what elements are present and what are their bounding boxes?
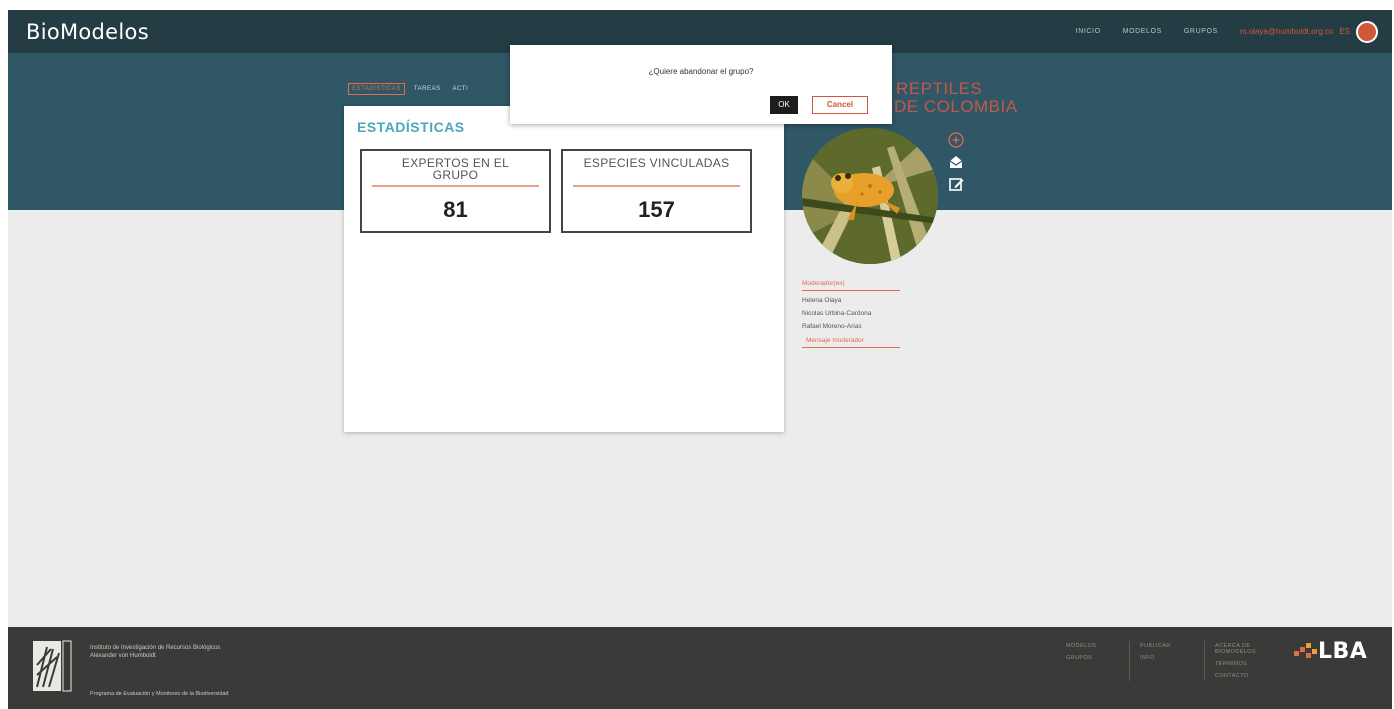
confirm-leave-dialog: ¿Quiere abandonar el grupo? OK Cancel	[510, 45, 892, 124]
stat-divider	[573, 185, 740, 187]
footer-link-modelos[interactable]: MODELOS	[1066, 643, 1096, 649]
tab-tareas[interactable]: TAREAS	[411, 84, 444, 94]
moderator-name: Nicolas Urbina-Cardona	[802, 310, 872, 317]
nav-inicio[interactable]: INICIO	[1076, 28, 1101, 35]
alba-mark-icon	[1294, 642, 1317, 658]
partner-name: LBA	[1318, 639, 1368, 664]
stat-value: 81	[443, 197, 468, 222]
message-moderator-link[interactable]: Mensaje moderador	[802, 337, 900, 348]
institute-name: Instituto de Investigación de Recursos B…	[90, 644, 220, 660]
nav-modelos[interactable]: MODELOS	[1123, 28, 1162, 35]
moderator-name: Rafael Moreno-Arias	[802, 323, 862, 330]
plus-circle-icon[interactable]	[948, 132, 964, 148]
footer-link-terminos[interactable]: TÉRMINOS	[1215, 661, 1275, 667]
program-name: Programa de Evaluación y Monitoreo de la…	[90, 691, 229, 697]
group-tabs: ESTADÍSTICAS TAREAS ACTI	[348, 83, 471, 95]
footer-col-1: MODELOS GRUPOS	[1066, 643, 1096, 661]
footer-link-grupos[interactable]: GRUPOS	[1066, 655, 1096, 661]
nav-links: INICIO MODELOS GRUPOS m.olaya@humboldt.o…	[1076, 10, 1378, 53]
moderators-heading: Moderador(es)	[802, 280, 900, 291]
group-title: REPTILES DE COLOMBIA	[894, 79, 1018, 116]
institute-line2: Alexander von Humboldt	[90, 653, 156, 659]
stats-panel: ESTADÍSTICAS EXPERTOS EN EL GRUPO 81 ESP…	[344, 106, 784, 432]
tab-estadisticas[interactable]: ESTADÍSTICAS	[348, 83, 405, 95]
user-email[interactable]: m.olaya@humboldt.org.co	[1240, 27, 1334, 36]
tab-actividad[interactable]: ACTI	[449, 84, 471, 94]
brand-logo[interactable]: BioModelos	[26, 20, 149, 44]
footer-divider	[1204, 641, 1205, 681]
stat-label: EXPERTOS EN EL GRUPO	[401, 156, 510, 182]
footer-divider	[1129, 641, 1130, 681]
group-photo	[802, 128, 938, 264]
footer-link-acerca[interactable]: ACERCA DE BIOMODELOS	[1215, 643, 1275, 655]
stat-value: 157	[638, 197, 675, 222]
panel-title: ESTADÍSTICAS	[357, 119, 465, 135]
ok-button[interactable]: OK	[770, 96, 798, 114]
language-toggle[interactable]: ES	[1339, 27, 1350, 36]
moderator-name: Helena Olaya	[802, 297, 842, 304]
moderators-list: Moderador(es) Helena Olaya Nicolas Urbin…	[802, 280, 922, 348]
nav-grupos[interactable]: GRUPOS	[1184, 28, 1218, 35]
stat-label: ESPECIES VINCULADAS	[583, 156, 730, 170]
footer-col-3: ACERCA DE BIOMODELOS TÉRMINOS CONTACTO	[1215, 643, 1275, 679]
frog-image	[802, 128, 938, 264]
footer-col-2: PUBLICAR INFO	[1140, 643, 1171, 661]
group-title-line2: DE COLOMBIA	[894, 97, 1018, 116]
envelope-open-icon[interactable]	[948, 154, 964, 170]
partner-logo: LBA	[1294, 639, 1367, 664]
institute-line1: Instituto de Investigación de Recursos B…	[90, 645, 221, 651]
cancel-button[interactable]: Cancel	[812, 96, 868, 114]
footer-link-publicar[interactable]: PUBLICAR	[1140, 643, 1171, 649]
edit-icon[interactable]	[948, 176, 964, 192]
footer-link-contacto[interactable]: CONTACTO	[1215, 673, 1275, 679]
user-avatar[interactable]	[1356, 20, 1378, 43]
group-title-line1: REPTILES	[896, 79, 983, 98]
footer: Instituto de Investigación de Recursos B…	[8, 627, 1392, 709]
dialog-message: ¿Quiere abandonar el grupo?	[648, 67, 754, 76]
footer-link-info[interactable]: INFO	[1140, 655, 1171, 661]
app-frame: BioModelos INICIO MODELOS GRUPOS m.olaya…	[8, 10, 1392, 709]
stat-card-species: ESPECIES VINCULADAS 157	[561, 149, 752, 233]
stat-divider	[372, 185, 539, 187]
group-actions	[948, 132, 964, 192]
humboldt-logo	[33, 640, 72, 692]
stat-card-experts: EXPERTOS EN EL GRUPO 81	[360, 149, 551, 233]
